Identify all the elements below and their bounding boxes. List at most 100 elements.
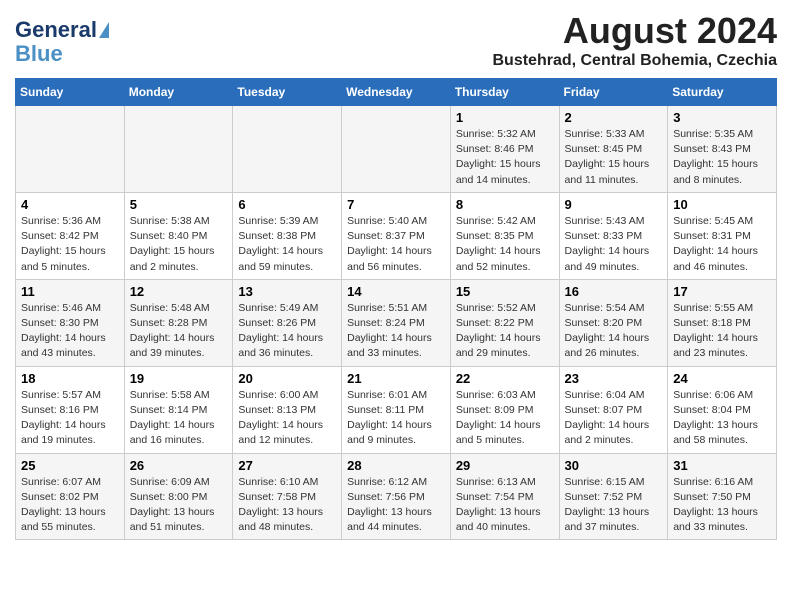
calendar-cell — [233, 106, 342, 193]
calendar-cell: 26 Sunrise: 6:09 AM Sunset: 8:00 PM Dayli… — [124, 453, 233, 540]
calendar-cell: 5 Sunrise: 5:38 AM Sunset: 8:40 PM Daylig… — [124, 192, 233, 279]
day-info: Sunrise: 6:03 AM Sunset: 8:09 PM Dayligh… — [456, 388, 554, 449]
day-info: Sunrise: 5:55 AM Sunset: 8:18 PM Dayligh… — [673, 301, 771, 362]
calendar-cell: 3 Sunrise: 5:35 AM Sunset: 8:43 PM Daylig… — [668, 106, 777, 193]
calendar-cell: 12Sunrise: 5:48 AM Sunset: 8:28 PM Dayli… — [124, 279, 233, 366]
calendar-cell: 28 Sunrise: 6:12 AM Sunset: 7:56 PM Dayli… — [342, 453, 451, 540]
day-number: 23 — [565, 371, 663, 386]
day-info: Sunrise: 6:06 AM Sunset: 8:04 PM Dayligh… — [673, 388, 771, 449]
day-number: 22 — [456, 371, 554, 386]
day-info: Sunrise: 6:04 AM Sunset: 8:07 PM Dayligh… — [565, 388, 663, 449]
calendar-cell: 7 Sunrise: 5:40 AM Sunset: 8:37 PM Daylig… — [342, 192, 451, 279]
location-subtitle: Bustehrad, Central Bohemia, Czechia — [492, 52, 777, 70]
day-number: 6 — [238, 197, 336, 212]
calendar-cell: 14 Sunrise: 5:51 AM Sunset: 8:24 PM Dayli… — [342, 279, 451, 366]
day-info: Sunrise: 6:13 AM Sunset: 7:54 PM Dayligh… — [456, 475, 554, 536]
day-number: 7 — [347, 197, 445, 212]
weekday-header-saturday: Saturday — [668, 79, 777, 106]
day-number: 16 — [565, 284, 663, 299]
day-info: Sunrise: 5:49 AM Sunset: 8:26 PM Dayligh… — [238, 301, 336, 362]
calendar-cell — [124, 106, 233, 193]
day-info: Sunrise: 5:39 AM Sunset: 8:38 PM Dayligh… — [238, 214, 336, 275]
calendar-cell: 29Sunrise: 6:13 AM Sunset: 7:54 PM Dayli… — [450, 453, 559, 540]
calendar-cell: 22 Sunrise: 6:03 AM Sunset: 8:09 PM Dayli… — [450, 366, 559, 453]
day-number: 27 — [238, 458, 336, 473]
calendar-week-row: 4 Sunrise: 5:36 AM Sunset: 8:42 PM Daylig… — [16, 192, 777, 279]
day-info: Sunrise: 5:36 AM Sunset: 8:42 PM Dayligh… — [21, 214, 119, 275]
day-info: Sunrise: 5:33 AM Sunset: 8:45 PM Dayligh… — [565, 127, 663, 188]
day-number: 20 — [238, 371, 336, 386]
calendar-cell: 23 Sunrise: 6:04 AM Sunset: 8:07 PM Dayli… — [559, 366, 668, 453]
day-info: Sunrise: 6:09 AM Sunset: 8:00 PM Dayligh… — [130, 475, 228, 536]
day-info: Sunrise: 5:48 AM Sunset: 8:28 PM Dayligh… — [130, 301, 228, 362]
day-number: 14 — [347, 284, 445, 299]
calendar-cell: 11 Sunrise: 5:46 AM Sunset: 8:30 PM Dayli… — [16, 279, 125, 366]
day-info: Sunrise: 6:10 AM Sunset: 7:58 PM Dayligh… — [238, 475, 336, 536]
calendar-table: SundayMondayTuesdayWednesdayThursdayFrid… — [15, 78, 777, 540]
day-number: 4 — [21, 197, 119, 212]
day-info: Sunrise: 6:16 AM Sunset: 7:50 PM Dayligh… — [673, 475, 771, 536]
day-info: Sunrise: 5:52 AM Sunset: 8:22 PM Dayligh… — [456, 301, 554, 362]
day-number: 8 — [456, 197, 554, 212]
calendar-cell: 18 Sunrise: 5:57 AM Sunset: 8:16 PM Dayli… — [16, 366, 125, 453]
logo-text-blue: Blue — [15, 42, 63, 66]
day-number: 26 — [130, 458, 228, 473]
day-number: 31 — [673, 458, 771, 473]
day-info: Sunrise: 5:40 AM Sunset: 8:37 PM Dayligh… — [347, 214, 445, 275]
day-number: 5 — [130, 197, 228, 212]
logo: General Blue — [15, 18, 109, 66]
weekday-header-monday: Monday — [124, 79, 233, 106]
calendar-cell: 30 Sunrise: 6:15 AM Sunset: 7:52 PM Dayli… — [559, 453, 668, 540]
day-number: 17 — [673, 284, 771, 299]
day-info: Sunrise: 5:35 AM Sunset: 8:43 PM Dayligh… — [673, 127, 771, 188]
calendar-cell: 8Sunrise: 5:42 AM Sunset: 8:35 PM Daylig… — [450, 192, 559, 279]
day-info: Sunrise: 6:15 AM Sunset: 7:52 PM Dayligh… — [565, 475, 663, 536]
day-number: 25 — [21, 458, 119, 473]
calendar-week-row: 18 Sunrise: 5:57 AM Sunset: 8:16 PM Dayli… — [16, 366, 777, 453]
calendar-cell — [16, 106, 125, 193]
calendar-cell: 2 Sunrise: 5:33 AM Sunset: 8:45 PM Daylig… — [559, 106, 668, 193]
day-info: Sunrise: 5:43 AM Sunset: 8:33 PM Dayligh… — [565, 214, 663, 275]
day-number: 9 — [565, 197, 663, 212]
calendar-cell: 27 Sunrise: 6:10 AM Sunset: 7:58 PM Dayli… — [233, 453, 342, 540]
day-number: 15 — [456, 284, 554, 299]
logo-triangle-icon — [99, 22, 109, 38]
day-info: Sunrise: 5:38 AM Sunset: 8:40 PM Dayligh… — [130, 214, 228, 275]
day-number: 21 — [347, 371, 445, 386]
month-title: August 2024 — [492, 10, 777, 52]
calendar-cell: 24Sunrise: 6:06 AM Sunset: 8:04 PM Dayli… — [668, 366, 777, 453]
calendar-cell: 13 Sunrise: 5:49 AM Sunset: 8:26 PM Dayli… — [233, 279, 342, 366]
weekday-header-sunday: Sunday — [16, 79, 125, 106]
calendar-cell: 31 Sunrise: 6:16 AM Sunset: 7:50 PM Dayli… — [668, 453, 777, 540]
day-number: 10 — [673, 197, 771, 212]
day-number: 30 — [565, 458, 663, 473]
calendar-cell — [342, 106, 451, 193]
calendar-cell: 9 Sunrise: 5:43 AM Sunset: 8:33 PM Daylig… — [559, 192, 668, 279]
day-info: Sunrise: 5:45 AM Sunset: 8:31 PM Dayligh… — [673, 214, 771, 275]
header: General Blue August 2024 Bustehrad, Cent… — [15, 10, 777, 70]
weekday-header-tuesday: Tuesday — [233, 79, 342, 106]
day-number: 13 — [238, 284, 336, 299]
day-number: 18 — [21, 371, 119, 386]
title-area: August 2024 Bustehrad, Central Bohemia, … — [492, 10, 777, 70]
day-info: Sunrise: 5:57 AM Sunset: 8:16 PM Dayligh… — [21, 388, 119, 449]
day-info: Sunrise: 5:46 AM Sunset: 8:30 PM Dayligh… — [21, 301, 119, 362]
weekday-header-friday: Friday — [559, 79, 668, 106]
weekday-header-wednesday: Wednesday — [342, 79, 451, 106]
calendar-cell: 1Sunrise: 5:32 AM Sunset: 8:46 PM Daylig… — [450, 106, 559, 193]
day-number: 19 — [130, 371, 228, 386]
calendar-cell: 25Sunrise: 6:07 AM Sunset: 8:02 PM Dayli… — [16, 453, 125, 540]
day-number: 3 — [673, 110, 771, 125]
calendar-cell: 15 Sunrise: 5:52 AM Sunset: 8:22 PM Dayli… — [450, 279, 559, 366]
calendar-week-row: 11 Sunrise: 5:46 AM Sunset: 8:30 PM Dayli… — [16, 279, 777, 366]
day-number: 11 — [21, 284, 119, 299]
day-info: Sunrise: 6:00 AM Sunset: 8:13 PM Dayligh… — [238, 388, 336, 449]
day-info: Sunrise: 5:54 AM Sunset: 8:20 PM Dayligh… — [565, 301, 663, 362]
day-number: 2 — [565, 110, 663, 125]
day-info: Sunrise: 6:12 AM Sunset: 7:56 PM Dayligh… — [347, 475, 445, 536]
weekday-header-thursday: Thursday — [450, 79, 559, 106]
day-info: Sunrise: 5:51 AM Sunset: 8:24 PM Dayligh… — [347, 301, 445, 362]
calendar-cell: 6 Sunrise: 5:39 AM Sunset: 8:38 PM Daylig… — [233, 192, 342, 279]
day-number: 28 — [347, 458, 445, 473]
calendar-cell: 19Sunrise: 5:58 AM Sunset: 8:14 PM Dayli… — [124, 366, 233, 453]
